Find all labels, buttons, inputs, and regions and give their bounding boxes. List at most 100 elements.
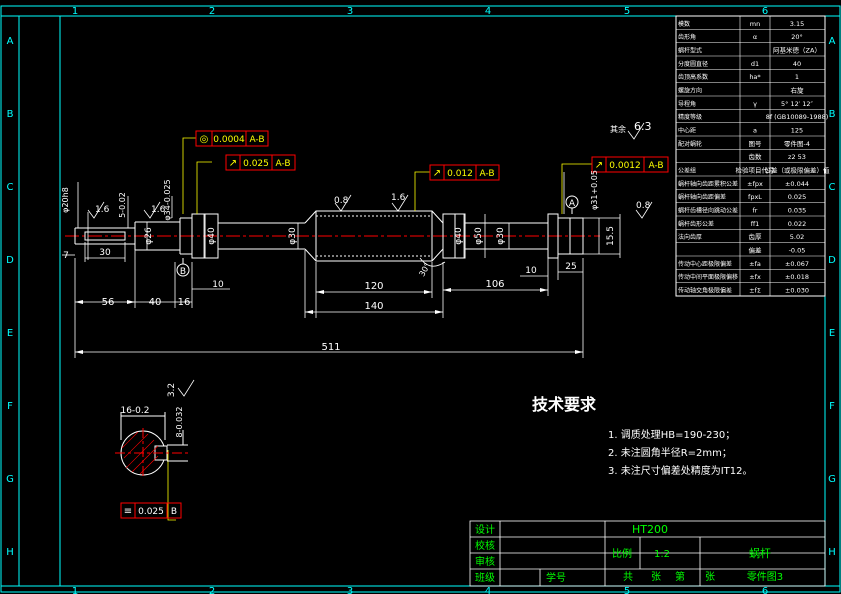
gdt-3-datum: A-B: [479, 169, 494, 179]
row-label-G-left: G: [6, 474, 14, 485]
table-cell-sym: ±fpx: [747, 180, 763, 188]
table-cell-label: 传动轴交角极限偏差: [678, 287, 732, 295]
tb-scale-value: 1:2: [654, 549, 670, 560]
col-label-6-bottom: 6: [762, 586, 768, 594]
col-label-4-top: 4: [485, 6, 491, 17]
row-label-B-right: B: [829, 109, 836, 120]
drawing-frame: [0, 5, 841, 593]
drawing-canvas: 112233445566A AB BC CD DE EF FG GH H B A…: [0, 5, 841, 594]
section-width-dim: 16-0.2: [120, 406, 149, 416]
gdt-4-datum: A-B: [648, 161, 663, 171]
roughness-4: 1.6: [391, 193, 406, 203]
gdt-2-symbol: ↗: [229, 158, 237, 169]
section-gdt-value: 0.025: [138, 507, 164, 517]
table-cell-sym: 图号: [749, 140, 763, 148]
dim-7: 7: [63, 251, 69, 261]
col-label-1-bottom: 1: [72, 586, 78, 594]
tech-req-item-2: 2. 未注圆角半径R=2mm；: [608, 446, 732, 459]
gdt-1-value: 0.0004: [213, 135, 245, 145]
table-cell-val: 零件图-4: [784, 139, 810, 148]
table-cell-label: 蜗杆齿槽径向跳动公差: [678, 207, 738, 215]
table-cell-val: -0.05: [789, 247, 806, 255]
table-cell-label: 螺旋方向: [678, 87, 702, 95]
gdt-3-value: 0.012: [447, 169, 473, 179]
dim-10-left: 10: [212, 280, 224, 290]
table-cell-sym: ±fΣ: [749, 287, 761, 295]
table-cell-label: 蜗杆轴向齿距累积公差: [678, 180, 738, 188]
dim-d40-right: φ40: [454, 227, 464, 245]
col-label-4-bottom: 4: [485, 586, 491, 594]
table-cell-val: 8f (GB10089-1988): [766, 113, 829, 121]
dim-25: 25: [565, 262, 576, 272]
col-label-2-bottom: 2: [209, 586, 215, 594]
table-cell-val: 1: [795, 73, 799, 81]
col-label-6-top: 6: [762, 6, 768, 17]
table-cell-sym: fpxL: [748, 193, 762, 201]
table-cell-sym: γ: [753, 100, 757, 108]
dim-511: 511: [321, 342, 340, 353]
dim-16: 16: [178, 297, 191, 308]
dim-10-right: 10: [525, 266, 537, 276]
table-cell-sym: d1: [751, 60, 759, 68]
table-cell-label: 蜗杆型式: [678, 47, 702, 55]
row-label-D-right: D: [828, 255, 836, 266]
table-cell-val: 0.035: [788, 207, 807, 215]
dim-d20: φ20h8: [61, 187, 70, 213]
tb-sheet-no: 第: [675, 570, 685, 583]
table-cell-val: 40: [793, 60, 801, 68]
gdt-2-datum: A-B: [275, 159, 290, 169]
row-label-F-right: F: [829, 401, 835, 412]
table-cell-sym: α: [753, 33, 757, 41]
row-label-H-left: H: [6, 547, 14, 558]
table-cell-label: 导程角: [678, 100, 696, 108]
table-cell-val: 125: [791, 127, 803, 135]
section-gdt-symbol: ≡: [124, 506, 132, 517]
dim-40: 40: [149, 297, 162, 308]
col-label-1-top: 1: [72, 6, 78, 17]
tb-class: 班级: [475, 572, 495, 584]
table-cell-val: 右旋: [791, 86, 805, 95]
tb-design: 设计: [475, 523, 495, 536]
table-cell-val: 20°: [791, 33, 803, 41]
table-cell-val: 5° 12′ 12″: [781, 100, 814, 108]
dim-56: 56: [102, 297, 115, 308]
table-cell-label: 蜗杆轴向齿距偏差: [678, 193, 726, 201]
tb-drawing-no: 零件图3: [747, 571, 783, 583]
row-label-E-right: E: [829, 328, 835, 339]
table-cell-val: 0.022: [788, 220, 807, 228]
roughness-3: 0.8: [334, 196, 349, 206]
parameters-table: 模数 mn 3.15 齿形角 α 20° 蜗杆型式 阿基米德（ZA） 分度圆直径 d1 40 齿顶高系…: [675, 15, 831, 297]
col-label-5-top: 5: [624, 6, 630, 17]
table-cell-label: 蜗杆齿形公差: [678, 220, 714, 228]
row-label-C-right: C: [829, 182, 836, 193]
col-label-3-top: 3: [347, 6, 353, 17]
datum-a-label: A: [569, 199, 576, 209]
table-cell-sym: ±fx: [749, 273, 761, 281]
datum-b-label: B: [180, 267, 186, 277]
dim-d30-left: φ30: [288, 227, 298, 245]
section-gdt-datum: B: [171, 507, 177, 517]
row-label-H-right: H: [828, 547, 836, 558]
table-cell-val: 公差（或极限偏差）值: [765, 166, 831, 175]
table-cell-label: 齿顶高系数: [678, 73, 708, 81]
tb-material: HT200: [632, 523, 668, 536]
tb-draft: 校核: [475, 539, 495, 552]
row-label-A-right: A: [829, 36, 836, 47]
table-cell-val: 0.025: [788, 193, 807, 201]
table-cell-val: 阿基米德（ZA）: [773, 46, 821, 55]
tb-part-name: 蜗杆: [749, 546, 771, 560]
dim-key-depth: 5-0.02: [118, 192, 127, 218]
tech-req-item-1: 1. 调质处理HB=190-230；: [608, 429, 735, 441]
gdt-1-datum: A-B: [249, 135, 264, 145]
table-cell-sym: ff1: [751, 220, 760, 228]
table-cell-val: z2 53: [788, 153, 806, 161]
roughness-rest-label: 其余: [610, 124, 626, 134]
table-cell-sym: 偏差: [749, 246, 763, 255]
tb-sheet-word2: 张: [705, 571, 715, 583]
table-cell-sym: mn: [750, 20, 760, 28]
row-label-F-left: F: [7, 401, 13, 412]
table-cell-sym: 齿厚: [749, 233, 763, 241]
gdt-2-value: 0.025: [243, 159, 269, 169]
table-cell-val: ±0.018: [785, 273, 809, 281]
gdt-4-value: 0.0012: [609, 161, 641, 171]
